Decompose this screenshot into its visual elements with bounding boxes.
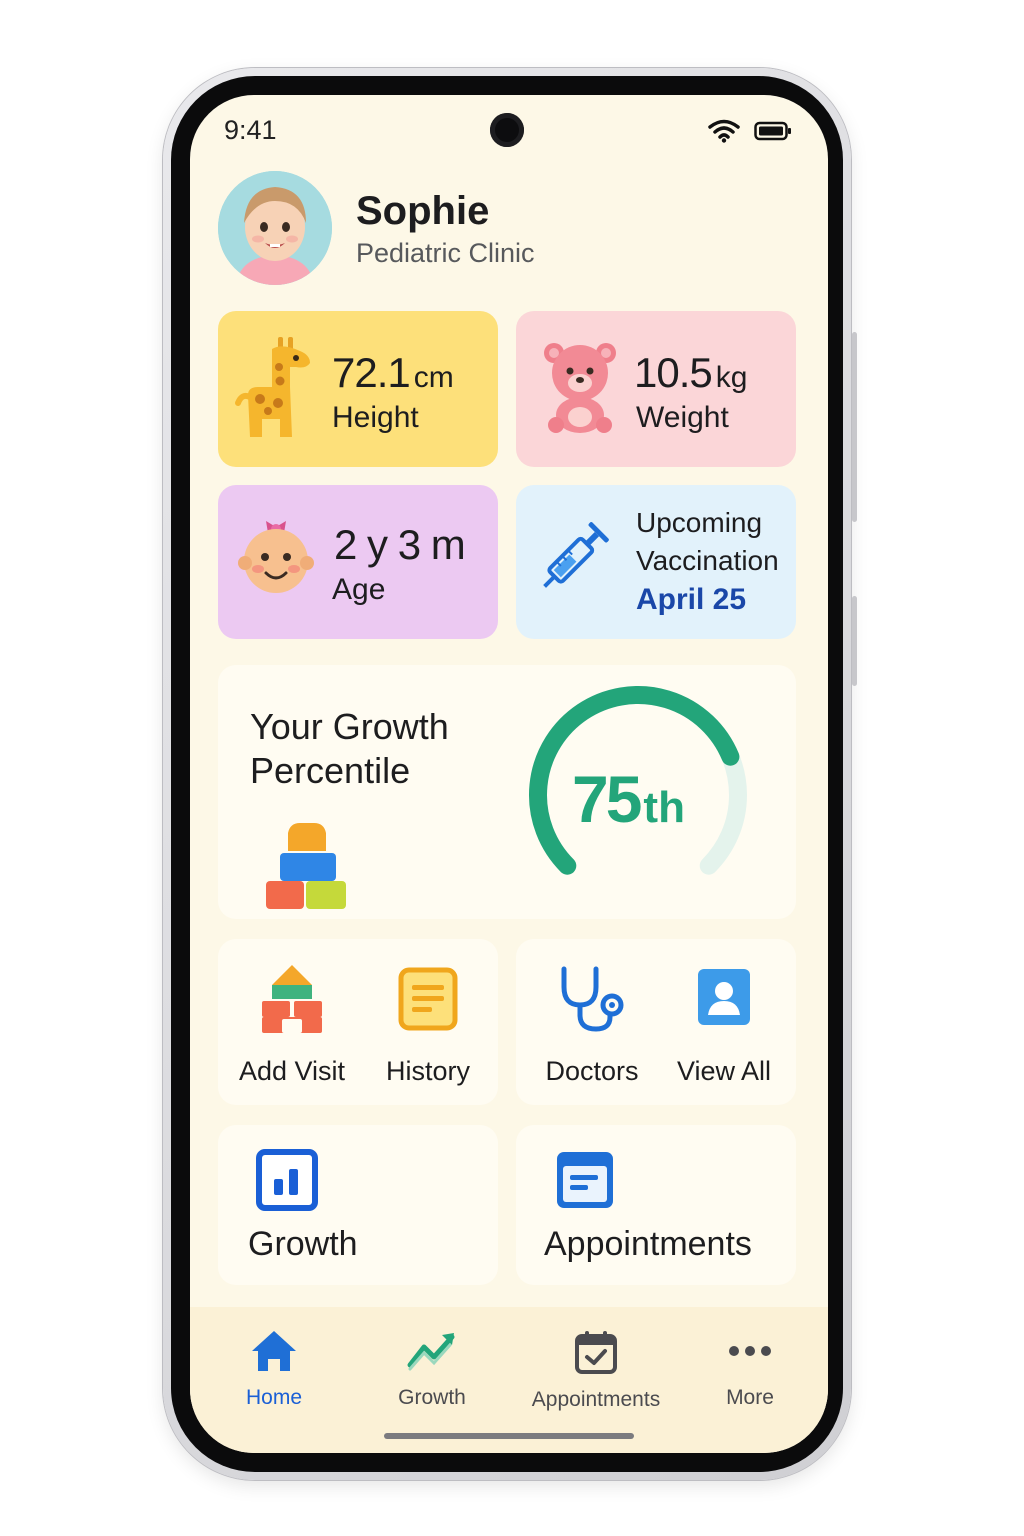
profile-header[interactable]: Sophie Pediatric Clinic [218,171,535,285]
nav-home[interactable]: Home [224,1329,324,1410]
stethoscope-icon [561,966,624,1032]
growth-percentile-title: Your Growth Percentile [250,706,449,791]
more-dots-icon [729,1346,771,1356]
growth-tile-label: Growth [248,1225,358,1263]
giraffe-icon [235,337,310,437]
volume-button [852,332,857,522]
view-all-button[interactable]: View All [666,967,782,1087]
status-icons [708,119,792,143]
doctors-label: Doctors [545,1056,639,1086]
appointments-tile-label: Appointments [544,1225,752,1263]
weight-value: 10.5 [634,349,713,396]
height-label: Height [332,401,419,434]
percentile-suffix: th [643,783,685,832]
height-unit: cm [413,361,454,394]
add-visit-button[interactable]: Add Visit [234,963,350,1087]
nav-home-label: Home [245,1386,303,1409]
history-button[interactable]: History [370,967,486,1087]
weight-unit: kg [715,361,748,394]
nav-appointments[interactable]: Appointments [526,1329,666,1412]
clinic-name: Pediatric Clinic [356,237,535,268]
age-label: Age [332,573,386,606]
battery-icon [754,121,791,141]
growth-button[interactable]: Growth [218,1125,498,1285]
home-indicator[interactable] [384,1433,634,1439]
vaccination-date: April 25 [636,583,747,616]
calendar-check-icon [575,1331,617,1374]
add-visit-label: Add Visit [238,1056,346,1086]
percentile-value: 75th [572,761,685,837]
front-camera [490,113,524,147]
avatar[interactable] [218,171,332,285]
app-screen: 9:41 Sophie Pediatric Clinic 72.1 cm Hei… [190,95,828,1453]
growth-percentile-card[interactable]: Your Growth Percentile 75th [218,665,796,919]
weight-label: Weight [636,401,729,434]
profile-card-icon [698,969,750,1025]
nav-appointments-label: Appointments [531,1388,661,1411]
history-document-icon [398,967,458,1031]
teddy-bear-icon [544,343,616,433]
baby-face-icon [238,521,314,593]
wifi-icon [708,119,740,143]
percentile-number: 75 [572,762,642,836]
height-card[interactable]: 72.1 cm Height [218,311,498,467]
bar-chart-icon [256,1149,318,1211]
power-button [852,596,857,686]
height-value: 72.1 [332,349,411,396]
age-card[interactable]: 2 y 3 m Age [218,485,498,639]
view-all-label: View All [676,1056,772,1086]
nav-more[interactable]: More [700,1329,800,1410]
history-label: History [385,1056,470,1086]
add-visit-blocks-icon [262,965,322,1033]
home-icon [252,1331,296,1371]
vaccination-card[interactable]: Upcoming Vaccination April 25 [516,485,796,639]
stacking-blocks-icon [266,823,346,909]
age-value: 2 y 3 m [334,521,466,568]
nav-more-label: More [726,1386,774,1409]
appointment-card-icon [557,1152,613,1208]
nav-growth[interactable]: Growth [382,1329,482,1410]
syringe-icon [543,522,609,588]
nav-growth-label: Growth [398,1386,466,1409]
bottom-nav: Home Growth Appointments More [190,1307,828,1453]
trend-icon [407,1333,455,1371]
doctors-button[interactable]: Doctors [534,963,650,1087]
vaccination-line1: Upcoming [636,507,763,538]
status-time: 9:41 [224,115,277,145]
child-name: Sophie [356,188,490,233]
appointments-button[interactable]: Appointments [516,1125,796,1285]
weight-card[interactable]: 10.5 kg Weight [516,311,796,467]
vaccination-line2: Vaccination [636,545,779,576]
